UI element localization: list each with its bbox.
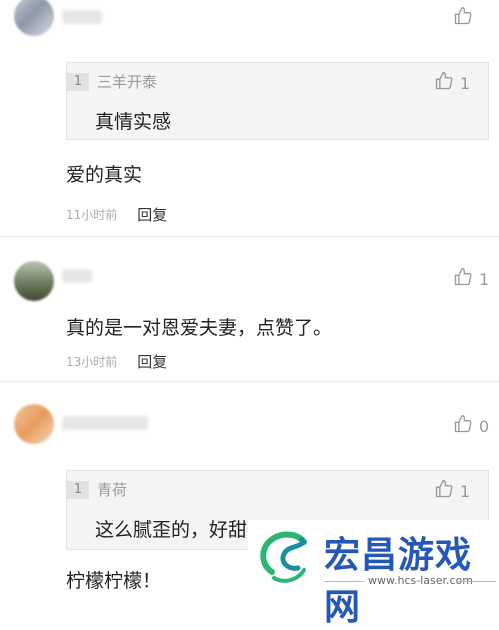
reply-button[interactable]: 回复 (137, 351, 167, 372)
comment-text: 柠檬柠檬！ (66, 570, 162, 592)
thumbs-up-icon (453, 414, 473, 438)
timestamp: 13小时前 (66, 355, 118, 369)
comment-text: 爱的真实 (66, 164, 143, 186)
avatar[interactable] (14, 0, 54, 36)
like-button[interactable] (453, 6, 473, 30)
quote-author[interactable]: 青荷 (97, 479, 127, 500)
quote-text: 这么腻歪的，好甜蜜 (95, 519, 267, 541)
reply-button[interactable]: 回复 (137, 204, 167, 225)
username-blurred[interactable] (62, 416, 148, 430)
comment-2: 1 真的是一对恩爱夫妻，点赞了。 13小时前 回复 (0, 237, 499, 379)
username-blurred[interactable] (62, 269, 92, 283)
dragon-logo-icon (260, 531, 307, 583)
comment-meta: 11小时前 回复 (66, 204, 167, 225)
divider (456, 581, 496, 582)
username-blurred[interactable] (62, 10, 102, 24)
timestamp: 11小时前 (66, 208, 118, 222)
like-button[interactable]: 1 (453, 267, 489, 291)
quote-like-count: 1 (459, 73, 470, 93)
like-button[interactable]: 0 (453, 414, 489, 438)
quoted-reply: 1 三羊开泰 1 真情实感 (66, 62, 489, 140)
quote-header: 1 三羊开泰 (67, 71, 157, 92)
quote-index: 1 (67, 480, 89, 499)
thumbs-up-icon (453, 6, 473, 30)
quote-text: 真情实感 (95, 111, 172, 133)
avatar[interactable] (14, 404, 54, 444)
quote-index: 1 (67, 72, 89, 91)
quote-author[interactable]: 三羊开泰 (97, 71, 157, 92)
quote-like-button[interactable]: 1 (434, 479, 470, 503)
comment-1: 1 三羊开泰 1 真情实感 爱的真实 11小时前 回复 (0, 0, 499, 236)
comment-text: 真的是一对恩爱夫妻，点赞了。 (66, 317, 333, 339)
quote-like-count: 1 (459, 481, 470, 501)
like-count: 0 (479, 416, 490, 436)
thumbs-up-icon (453, 267, 473, 291)
avatar[interactable] (14, 261, 54, 301)
comment-meta: 13小时前 回复 (66, 351, 167, 372)
divider (324, 581, 364, 582)
thumbs-up-icon (434, 479, 454, 503)
like-count: 1 (479, 269, 490, 289)
thumbs-up-icon (434, 71, 454, 95)
quote-header: 1 青荷 (67, 479, 127, 500)
quote-like-button[interactable]: 1 (434, 71, 470, 95)
site-watermark: 宏昌游戏网 www.hcs-laser.com (248, 520, 499, 628)
